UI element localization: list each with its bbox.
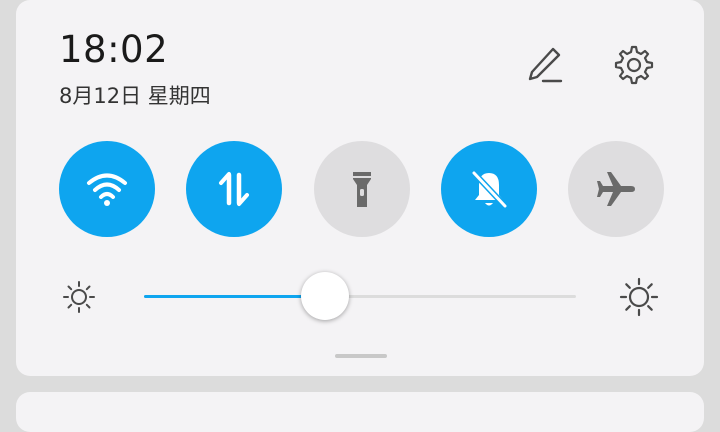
panel-drag-handle[interactable] — [335, 354, 387, 358]
bell-off-icon — [471, 170, 508, 209]
edit-button[interactable] — [520, 40, 570, 90]
brightness-max-icon-wrap — [619, 277, 659, 317]
flashlight-icon — [353, 172, 371, 207]
settings-button[interactable] — [607, 40, 657, 90]
clock-time: 18:02 — [59, 28, 169, 71]
airplane-mode-toggle[interactable] — [568, 141, 664, 237]
quick-settings-panel: 18:02 8月12日 星期四 — [16, 0, 704, 376]
sun-large-icon — [619, 277, 659, 317]
clock-date: 8月12日 星期四 — [59, 84, 211, 108]
wifi-toggle[interactable] — [59, 141, 155, 237]
brightness-slider-track[interactable] — [144, 295, 576, 298]
flashlight-toggle[interactable] — [314, 141, 410, 237]
mobile-data-toggle[interactable] — [186, 141, 282, 237]
brightness-slider-thumb[interactable] — [301, 272, 350, 320]
wifi-icon — [87, 173, 127, 206]
edit-icon — [528, 47, 563, 83]
mobile-data-icon — [219, 172, 249, 206]
do-not-disturb-toggle[interactable] — [441, 141, 537, 237]
sun-small-icon — [63, 281, 95, 313]
gear-icon — [614, 45, 654, 85]
notification-card[interactable] — [16, 392, 704, 432]
airplane-icon — [597, 172, 635, 206]
brightness-slider-fill — [144, 295, 326, 298]
brightness-min-icon-wrap — [62, 280, 96, 314]
